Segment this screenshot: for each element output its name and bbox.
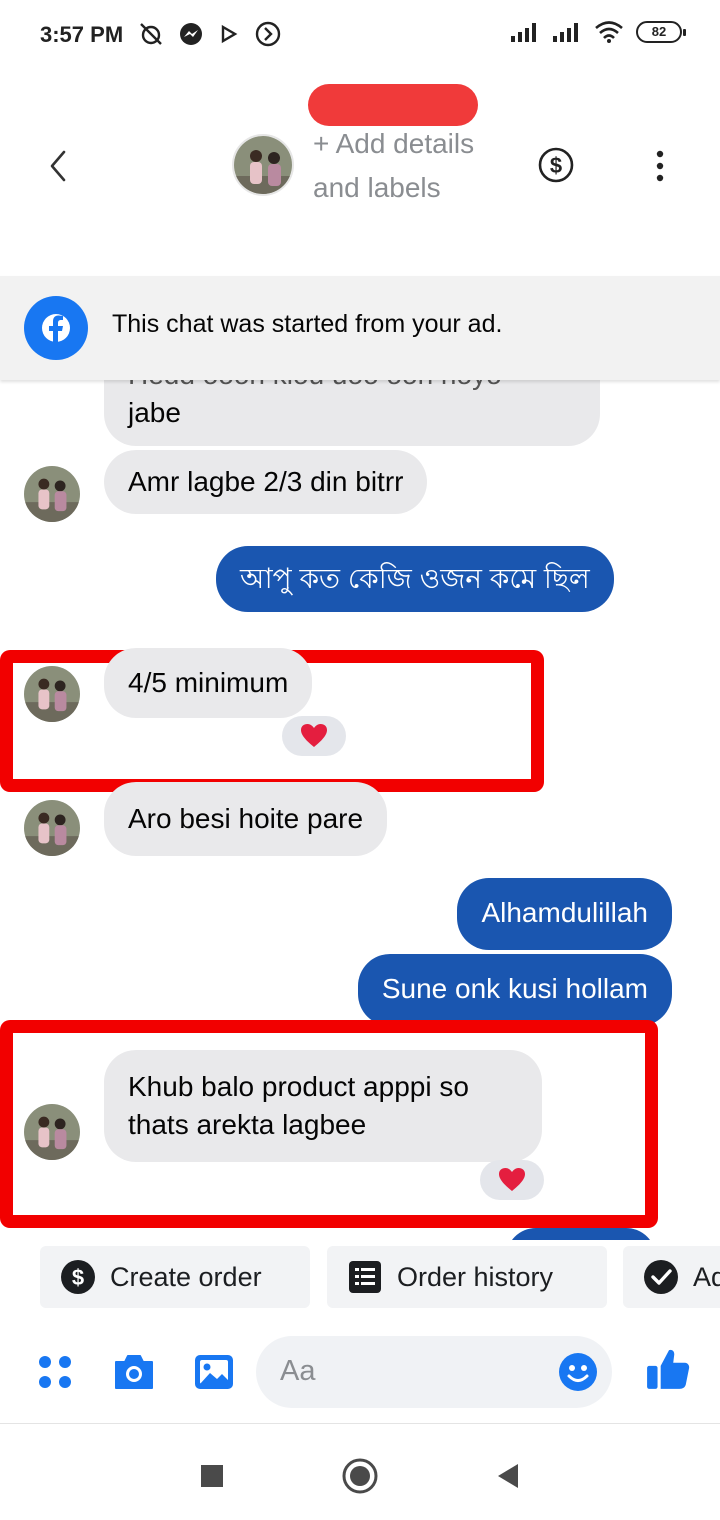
quick-actions-bar: $ Create order Order history Ad xyxy=(0,1240,720,1316)
message-text: jabe xyxy=(128,397,181,428)
emoji-icon[interactable] xyxy=(558,1352,598,1392)
sender-avatar[interactable] xyxy=(24,666,80,722)
message-bubble-outgoing[interactable]: আপু কত কেজি ওজন কমে ছিল xyxy=(216,546,614,612)
message-bubble-incoming[interactable]: Hedd oooh klou uoo ooh hoyo jabe xyxy=(104,380,600,446)
message-bubble-incoming[interactable]: Khub balo product apppi so thats arekta … xyxy=(104,1050,542,1162)
order-history-button[interactable]: Order history xyxy=(327,1246,607,1308)
alarm-off-icon xyxy=(140,23,162,45)
create-order-button[interactable]: $ Create order xyxy=(40,1246,310,1308)
svg-text:$: $ xyxy=(72,1265,84,1290)
status-notification-icons xyxy=(138,20,282,48)
message-bubble-incoming[interactable]: Aro besi hoite pare xyxy=(104,782,388,856)
message-text: Alhamdulillah xyxy=(481,897,648,928)
status-time: 3:57 PM xyxy=(40,22,124,47)
messenger-icon xyxy=(180,23,202,45)
status-bar: 3:57 PM 82 xyxy=(0,0,720,70)
more-vertical-icon[interactable] xyxy=(648,148,672,188)
create-order-label: Create order xyxy=(110,1261,262,1292)
message-composer: Aa xyxy=(0,1318,720,1424)
sender-avatar[interactable] xyxy=(24,800,80,856)
back-arrow-icon[interactable] xyxy=(40,148,76,184)
message-text: Amr lagbe 2/3 din bitrr xyxy=(128,466,404,497)
heart-icon xyxy=(301,724,327,747)
message-text: 4/5 minimum xyxy=(128,667,289,698)
message-bubble-outgoing-partial xyxy=(506,1228,656,1240)
message-text: আপু কত কেজি ওজন কমে ছিল xyxy=(240,563,590,594)
heart-icon xyxy=(499,1168,525,1191)
message-text-line: Khub balo product apppi so xyxy=(128,1071,469,1102)
camera-icon[interactable] xyxy=(112,1350,156,1394)
message-text: Sune onk kusi hollam xyxy=(381,973,648,1004)
dollar-icon[interactable]: $ xyxy=(537,146,575,184)
order-history-label: Order history xyxy=(397,1261,554,1292)
message-text-line: thats arekta lagbee xyxy=(128,1109,367,1140)
contact-avatar[interactable] xyxy=(232,134,294,196)
message-list[interactable]: Hedd oooh klou uoo ooh hoyo jabe Amr lag… xyxy=(0,380,720,1240)
play-icon xyxy=(221,24,238,44)
reaction-badge[interactable] xyxy=(480,1160,544,1200)
home-icon[interactable] xyxy=(340,1456,380,1496)
dollar-icon: $ xyxy=(61,1260,95,1294)
signal-icon xyxy=(553,23,578,42)
svg-text:$: $ xyxy=(550,153,562,178)
back-nav-icon[interactable] xyxy=(488,1456,528,1496)
battery-indicator: 82 xyxy=(636,21,686,43)
redacted-contact-name xyxy=(308,84,478,126)
message-bubble-incoming[interactable]: 4/5 minimum xyxy=(104,648,313,718)
sender-avatar[interactable] xyxy=(24,466,80,522)
menu-dots-icon[interactable] xyxy=(34,1350,78,1394)
third-action-label: Ad xyxy=(693,1261,720,1292)
wifi-icon xyxy=(595,21,623,43)
reaction-badge[interactable] xyxy=(282,716,346,756)
message-bubble-outgoing[interactable]: Sune onk kusi hollam xyxy=(357,954,672,1026)
thumbs-up-icon[interactable] xyxy=(645,1346,691,1392)
message-bubble-outgoing[interactable]: Alhamdulillah xyxy=(457,878,672,950)
system-navigation-bar xyxy=(0,1426,720,1520)
message-input[interactable]: Aa xyxy=(256,1336,612,1408)
sender-avatar[interactable] xyxy=(24,1104,80,1160)
third-action-button[interactable]: Ad xyxy=(623,1246,720,1308)
recent-apps-icon[interactable] xyxy=(192,1456,232,1496)
message-text-clipped: Hedd oooh klou uoo ooh hoyo xyxy=(128,380,576,394)
ad-origin-banner: This chat was started from your ad. xyxy=(0,276,720,380)
signal-icon xyxy=(511,23,536,42)
chat-header: + Add details and labels $ xyxy=(0,70,720,276)
facebook-icon xyxy=(24,296,88,360)
check-icon xyxy=(644,1260,678,1294)
gallery-icon[interactable] xyxy=(192,1350,236,1394)
message-bubble-incoming[interactable]: Amr lagbe 2/3 din bitrr xyxy=(104,450,428,514)
add-details-link[interactable]: + Add details and labels xyxy=(313,122,493,210)
status-system-icons: 82 xyxy=(510,20,686,44)
avatar-photo xyxy=(234,136,292,194)
message-input-placeholder: Aa xyxy=(280,1355,316,1387)
order-history-icon xyxy=(349,1261,381,1293)
message-text: Aro besi hoite pare xyxy=(128,803,364,834)
ad-banner-text: This chat was started from your ad. xyxy=(112,310,503,338)
sync-icon xyxy=(255,21,281,47)
